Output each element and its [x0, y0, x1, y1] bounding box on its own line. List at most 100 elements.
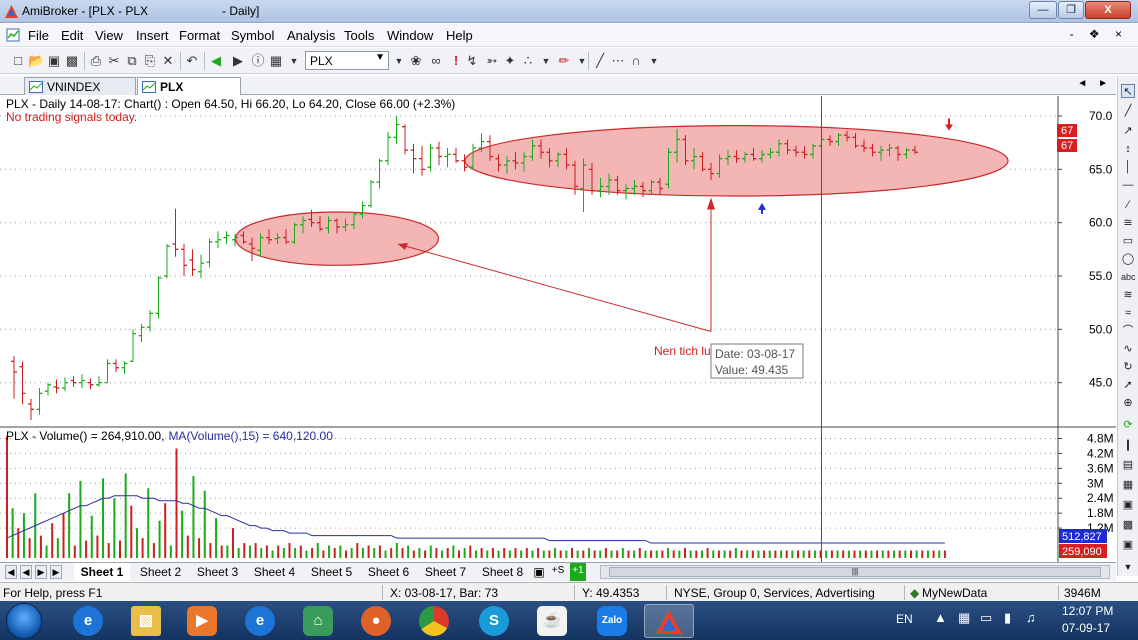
grid-icon[interactable]: ▦: [1121, 478, 1135, 492]
tab-vnindex[interactable]: VNINDEX (Daily): [24, 77, 136, 108]
zoom-icon[interactable]: ⊕: [1121, 396, 1135, 410]
dotted-line-icon[interactable]: ⋯: [610, 53, 626, 69]
tray-display-icon[interactable]: ▭: [980, 610, 992, 626]
menu-view[interactable]: View: [95, 28, 123, 43]
volume-chart[interactable]: 1.2M1.8M2.4M3M3.6M4.2M4.8M 512,827 259,0…: [0, 428, 1116, 562]
pointer-icon[interactable]: ↖: [1121, 84, 1135, 98]
fan-icon[interactable]: ≈: [1121, 306, 1135, 320]
lock-icon[interactable]: ▣: [1121, 538, 1135, 552]
sheet-badge[interactable]: +1: [570, 563, 586, 581]
vertical-line-icon[interactable]: │: [1121, 160, 1135, 174]
paste-icon[interactable]: ⎘: [142, 53, 158, 69]
properties-icon[interactable]: ▤: [1121, 458, 1135, 472]
rectangle-icon[interactable]: ▭: [1121, 234, 1135, 248]
runner-icon[interactable]: ➳: [484, 53, 500, 69]
price-chart[interactable]: 45.0 50.0 55.0 60.0 65.0 70.0 67 67 PLX - Dai…: [0, 96, 1116, 428]
mdi-controls[interactable]: - ❖ ×: [1070, 27, 1128, 41]
toolbar-overflow-icon[interactable]: ▼: [646, 53, 662, 69]
sheet-tab-6[interactable]: Sheet 6: [360, 563, 417, 581]
horizontal-line-icon[interactable]: —: [1121, 178, 1135, 192]
line-tool-icon[interactable]: ╱: [592, 53, 608, 69]
tab-plx[interactable]: PLX (Daily)×: [137, 77, 241, 108]
undo-icon[interactable]: ↶: [184, 53, 200, 69]
symbol-select[interactable]: PLX ▼: [305, 51, 389, 70]
columns-icon[interactable]: ❙: [1121, 438, 1135, 452]
sheet-tab-1[interactable]: Sheet 1: [74, 563, 130, 581]
forward-icon[interactable]: ▶: [230, 53, 246, 69]
walk-icon[interactable]: ∴: [520, 53, 536, 69]
language-indicator[interactable]: EN: [896, 612, 913, 626]
bug-icon[interactable]: ❀: [408, 53, 424, 69]
extended-line-icon[interactable]: ↕: [1121, 142, 1135, 156]
sheet-tab-8[interactable]: Sheet 8: [474, 563, 531, 581]
sheet-tool-icon[interactable]: ▣: [1121, 498, 1135, 512]
taskbar-firefox[interactable]: ●: [352, 604, 402, 638]
back-icon[interactable]: ◀: [208, 53, 224, 69]
cycle-icon[interactable]: ↻: [1121, 360, 1135, 374]
toolbar-overflow-icon[interactable]: ▼: [1121, 560, 1135, 574]
taskbar-chrome[interactable]: [410, 604, 460, 638]
previous-sheet-icon[interactable]: ◀: [20, 565, 32, 579]
tray-network-icon[interactable]: ▦: [958, 610, 970, 626]
taskbar-file-explorer[interactable]: ▧: [122, 604, 172, 638]
taskbar-skype[interactable]: S: [470, 604, 520, 638]
menu-file[interactable]: File: [28, 28, 49, 43]
menu-format[interactable]: Format: [179, 28, 220, 43]
menu-window[interactable]: Window: [387, 28, 433, 43]
scrollbar-thumb[interactable]: |||: [609, 567, 1101, 577]
taskbar-java[interactable]: ☕: [528, 604, 578, 638]
sheet-lock-icon[interactable]: ▣: [533, 563, 545, 581]
tray-arrow-icon[interactable]: ▲: [934, 610, 947, 625]
magnet-icon[interactable]: ∩: [628, 53, 644, 69]
minimize-button[interactable]: —: [1029, 1, 1057, 19]
wand-icon[interactable]: ✦: [502, 53, 518, 69]
arc-icon[interactable]: ⌒: [1121, 324, 1135, 338]
color-pen-icon[interactable]: ✏: [556, 53, 572, 69]
first-sheet-icon[interactable]: ◀: [5, 565, 17, 579]
glasses-icon[interactable]: ∞: [428, 53, 444, 69]
wave-icon[interactable]: ∿: [1121, 342, 1135, 356]
open-folder-icon[interactable]: 📂: [28, 53, 44, 69]
taskbar-internet-explorer[interactable]: e: [64, 604, 114, 638]
last-sheet-icon[interactable]: ▶: [50, 565, 62, 579]
channel-icon[interactable]: ≅: [1121, 216, 1135, 230]
sheet-tab-4[interactable]: Sheet 4: [246, 563, 303, 581]
save-icon[interactable]: ▣: [46, 53, 62, 69]
taskbar-amibroker[interactable]: [644, 604, 694, 638]
arrow-tool-icon[interactable]: ➚: [1121, 378, 1135, 392]
run-icon[interactable]: ↯: [464, 53, 480, 69]
add-sheet-button[interactable]: +S: [548, 563, 568, 581]
layers-icon[interactable]: ▩: [1121, 518, 1135, 532]
print-icon[interactable]: ⎙: [88, 53, 104, 69]
restore-button[interactable]: ❐: [1058, 1, 1084, 19]
sheet-tab-7[interactable]: Sheet 7: [417, 563, 474, 581]
menu-edit[interactable]: Edit: [61, 28, 83, 43]
delete-icon[interactable]: ✕: [160, 53, 176, 69]
new-icon[interactable]: □: [10, 53, 26, 69]
toolbar-overflow-icon[interactable]: ▼: [286, 53, 302, 69]
parallel-lines-icon[interactable]: ∕: [1121, 198, 1135, 212]
menu-help[interactable]: Help: [446, 28, 473, 43]
sheet-tab-5[interactable]: Sheet 5: [303, 563, 360, 581]
ray-icon[interactable]: ↗: [1121, 124, 1135, 138]
taskbar-internet-explorer-2[interactable]: e: [236, 604, 286, 638]
tab-scroll-arrows[interactable]: ◄ ►: [1077, 78, 1112, 89]
menu-insert[interactable]: Insert: [136, 28, 169, 43]
menu-tools[interactable]: Tools: [344, 28, 374, 43]
ellipse-icon[interactable]: ◯: [1121, 252, 1135, 266]
toolbar-overflow-icon[interactable]: ▼: [538, 53, 554, 69]
fibonacci-icon[interactable]: ≋: [1121, 288, 1135, 302]
sheet-tab-2[interactable]: Sheet 2: [132, 563, 189, 581]
cut-icon[interactable]: ✂: [106, 53, 122, 69]
save-all-icon[interactable]: ▩: [64, 53, 80, 69]
trendline-icon[interactable]: ╱: [1121, 104, 1135, 118]
tray-volume-icon[interactable]: ♫: [1026, 610, 1036, 625]
refresh-icon[interactable]: ⟳: [1121, 418, 1135, 432]
taskbar-media-player[interactable]: ▶: [178, 604, 228, 638]
next-sheet-icon[interactable]: ▶: [35, 565, 47, 579]
close-button[interactable]: X: [1085, 1, 1131, 19]
tray-signal-icon[interactable]: ▮: [1004, 610, 1011, 626]
menu-analysis[interactable]: Analysis: [287, 28, 335, 43]
calendar-icon[interactable]: ▦: [268, 53, 284, 69]
info-icon[interactable]: ⓘ: [250, 53, 266, 69]
